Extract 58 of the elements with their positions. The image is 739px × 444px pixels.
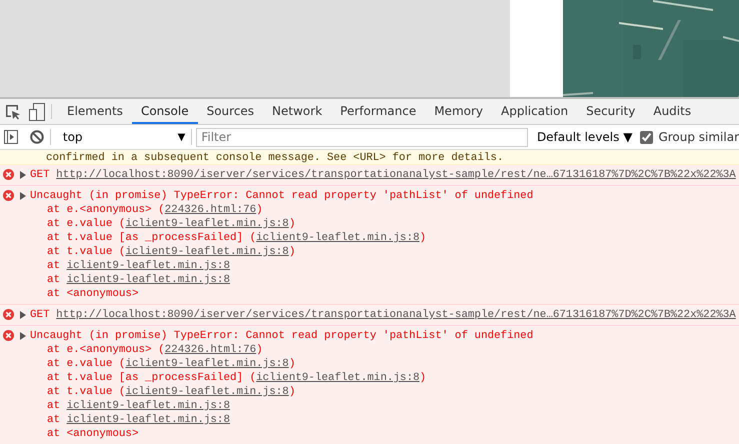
expand-icon[interactable] — [20, 171, 26, 179]
stack-frame: at t.value [as _processFailed] (iclient9-leaflet.min.js:8) — [30, 231, 534, 245]
stack-frame: at iclient9-leaflet.min.js:8 — [30, 273, 534, 287]
source-link[interactable]: iclient9-leaflet.min.js:8 — [125, 246, 289, 258]
error-message: Uncaught (in promise) TypeError: Cannot read property 'pathList' of undefined — [30, 189, 534, 203]
source-link[interactable]: iclient9-leaflet.min.js:8 — [125, 358, 289, 370]
error-message: Uncaught (in promise) TypeError: Cannot read property 'pathList' of undefined — [30, 329, 534, 343]
sidebar-toggle-icon[interactable] — [4, 130, 18, 144]
stack-frame: at iclient9-leaflet.min.js:8 — [30, 413, 534, 427]
stack-frame: at e.value (iclient9-leaflet.min.js:8) — [30, 357, 534, 371]
panel-tab[interactable]: Performance — [331, 99, 426, 124]
error-icon — [3, 169, 14, 180]
stack-frame: at t.value (iclient9-leaflet.min.js:8) — [30, 245, 534, 259]
filter-field[interactable]: Filter — [196, 128, 528, 146]
source-link[interactable]: iclient9-leaflet.min.js:8 — [125, 218, 289, 230]
panel-tab[interactable]: Application — [492, 99, 578, 124]
source-link[interactable]: iclient9-leaflet.min.js:8 — [256, 372, 420, 384]
stack-frame: at t.value [as _processFailed] (iclient9-leaflet.min.js:8) — [30, 371, 534, 385]
expand-icon[interactable] — [20, 311, 26, 319]
device-icon[interactable] — [29, 102, 45, 120]
source-link[interactable]: iclient9-leaflet.min.js:8 — [66, 260, 230, 272]
context-dropdown[interactable]: top ▼ — [56, 128, 192, 146]
clear-icon[interactable] — [30, 130, 44, 144]
source-link[interactable]: iclient9-leaflet.min.js:8 — [66, 274, 230, 286]
source-link[interactable]: iclient9-leaflet.min.js:8 — [66, 414, 230, 426]
error-icon — [3, 190, 14, 201]
source-link[interactable]: iclient9-leaflet.min.js:8 — [125, 386, 289, 398]
stack-frame: at <anonymous> — [30, 427, 534, 441]
request-method: GET — [30, 169, 51, 181]
source-link[interactable]: iclient9-leaflet.min.js:8 — [66, 400, 230, 412]
request-url-link[interactable]: http://localhost:8090/iserver/services/transportationanalyst-sample/rest/ne…671316187%7D%2C%7B%22x%22%3A — [56, 309, 736, 321]
stack-frame: at <anonymous> — [30, 287, 534, 301]
request-url-link[interactable]: http://localhost:8090/iserver/services/transportationanalyst-sample/rest/ne…671316187%7D%2C%7B%22x%22%3A — [56, 169, 736, 181]
panel-tab[interactable]: Audits — [644, 99, 700, 124]
panel-tab[interactable]: Elements — [58, 99, 132, 124]
stack-frame: at iclient9-leaflet.min.js:8 — [30, 259, 534, 273]
levels-dropdown[interactable]: Default levels ▼ — [536, 128, 632, 146]
stack-frame: at e.<anonymous> (224326.html:76) — [30, 343, 534, 357]
panel-tab[interactable]: Sources — [198, 99, 264, 124]
panel-tab[interactable]: Network — [263, 99, 332, 124]
expand-icon[interactable] — [20, 332, 26, 340]
stack-frame: at iclient9-leaflet.min.js:8 — [30, 399, 534, 413]
request-method: GET — [30, 309, 51, 321]
stack-frame: at e.<anonymous> (224326.html:76) — [30, 203, 534, 217]
source-link[interactable]: 224326.html:76 — [164, 344, 256, 356]
checkbox-label: Group similar — [658, 129, 739, 146]
error-icon — [3, 309, 14, 320]
panel-tab[interactable]: Memory — [425, 99, 492, 124]
inspect-icon[interactable] — [5, 104, 21, 120]
source-link[interactable]: iclient9-leaflet.min.js:8 — [256, 232, 420, 244]
stack-frame: at t.value (iclient9-leaflet.min.js:8) — [30, 385, 534, 399]
expand-icon[interactable] — [20, 192, 26, 200]
warning-message: confirmed in a subsequent console message. See <URL> for more details. — [0, 150, 739, 165]
group-similar-checkbox[interactable] — [640, 130, 654, 144]
stack-frame: at e.value (iclient9-leaflet.min.js:8) — [30, 217, 534, 231]
source-link[interactable]: 224326.html:76 — [164, 204, 256, 216]
panel-tab[interactable]: Security — [577, 99, 644, 124]
error-icon — [3, 330, 14, 341]
